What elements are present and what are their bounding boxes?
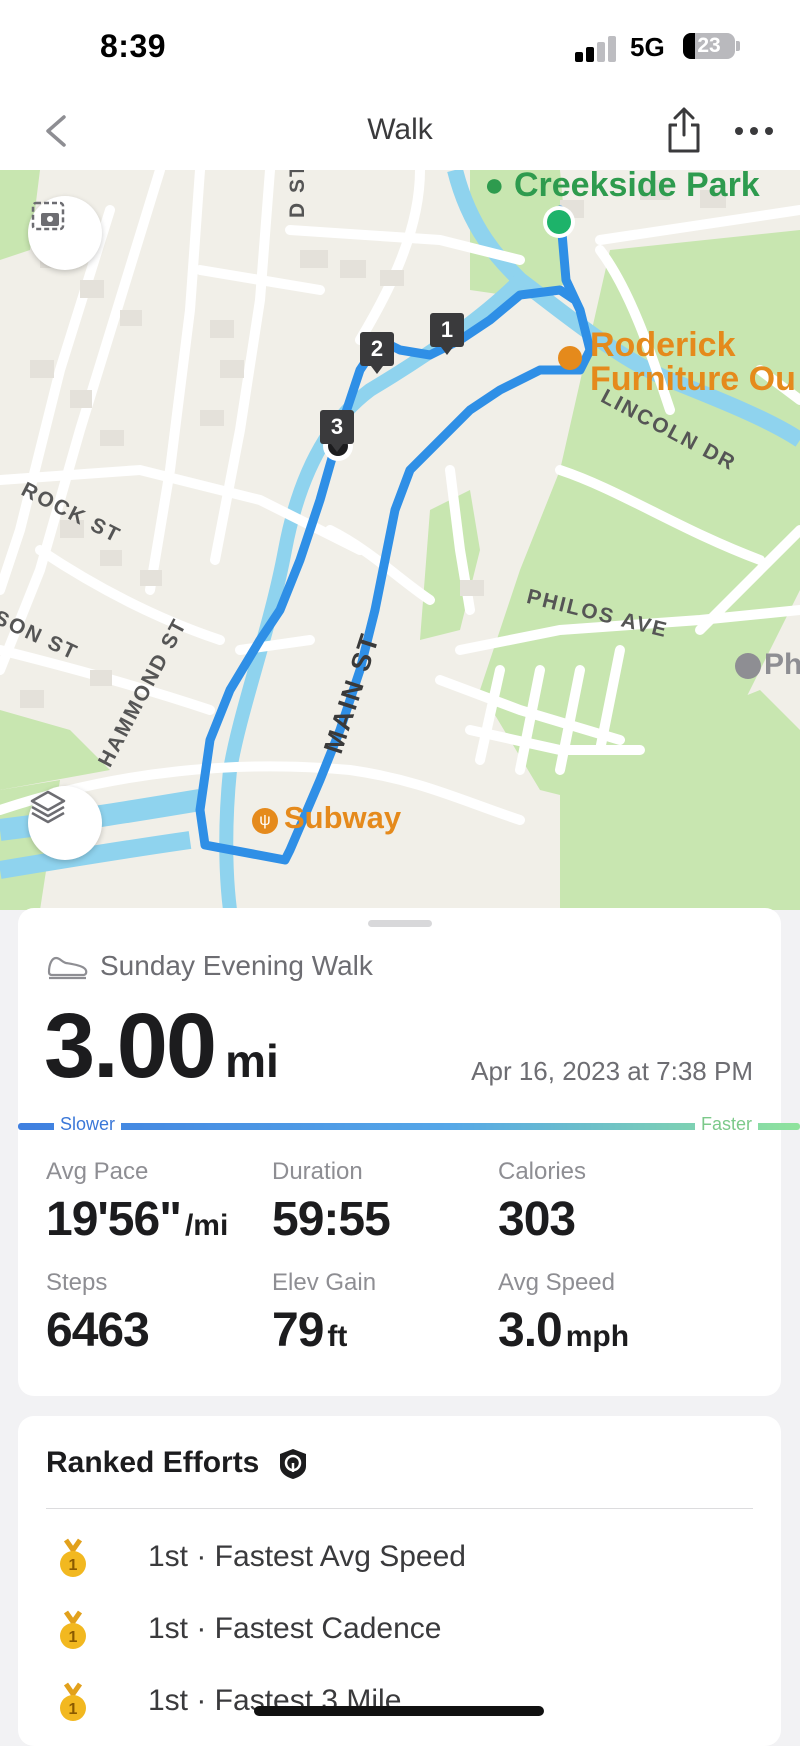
nav-bar: Walk [0,95,800,171]
stat-avg-speed: Avg Speed 3.0 mph [498,1269,630,1357]
shoe-icon [47,956,88,980]
street-d: D ST [286,170,309,218]
battery-icon: 23 [683,33,735,59]
map-canvas [0,170,800,910]
battery-tip [736,41,740,51]
cellular-signal-icon [575,36,619,62]
divider [46,1508,753,1509]
activity-name: Sunday Evening Walk [100,950,373,981]
camera-icon [31,201,65,231]
svg-text:1: 1 [69,1557,78,1574]
restaurant-icon: ψ [252,808,278,834]
activity-summary-card: Sunday Evening Walk 3.00 mi Apr 16, 2023 … [18,908,800,1396]
share-button[interactable] [664,105,704,155]
ranked-efforts-card: Ranked Efforts 1 1st · Fastest Avg Speed… [18,1416,781,1746]
route-map[interactable]: ● Creekside Park Roderick Furniture Ou S… [0,170,800,910]
share-icon [668,107,700,153]
stat-calories: Calories 303 [498,1158,587,1246]
stat-duration: Duration 59:55 [272,1158,391,1246]
home-indicator[interactable] [254,1706,544,1716]
distance-readout: 3.00 mi [44,994,279,1099]
pace-gradient [18,1123,800,1130]
map-layers-button[interactable] [28,786,102,860]
pace-scale: Slower Faster [18,1114,800,1142]
achievement-badge-icon[interactable] [278,1448,308,1480]
stat-avg-pace: Avg Pace 19'56"/mi [46,1158,229,1246]
split-marker-1[interactable]: 1 [430,313,464,355]
more-button[interactable] [733,113,775,149]
gold-medal-icon: 1 [60,1538,86,1577]
split-marker-3[interactable]: 3 [320,410,354,452]
distance-value: 3.00 [44,995,217,1097]
ranked-effort-item[interactable]: 1 1st · Fastest 3 Mile [58,1678,758,1728]
layers-icon [30,790,66,824]
svg-text:1: 1 [69,1701,78,1718]
stat-steps: Steps 6463 [46,1269,150,1357]
poi-ph[interactable]: Ph [764,648,800,682]
gold-medal-icon: 1 [60,1682,86,1721]
distance-unit: mi [225,1035,279,1087]
pace-faster-label: Faster [694,1114,758,1135]
park-icon: ● [484,170,514,204]
pace-slower-label: Slower [54,1114,122,1135]
poi-ph-icon [735,653,761,679]
poi-subway[interactable]: Subway [284,800,401,836]
status-bar: 8:39 5G 23 [0,0,800,95]
shop-icon [558,346,582,370]
poi-park[interactable]: ● Creekside Park [484,170,760,205]
ranked-effort-item[interactable]: 1 1st · Fastest Cadence [58,1606,758,1656]
status-time: 8:39 [100,28,167,64]
drag-handle[interactable] [368,920,432,927]
ranked-effort-item[interactable]: 1 1st · Fastest Avg Speed [58,1534,758,1584]
gold-medal-icon: 1 [60,1610,86,1649]
battery-level: 23 [697,34,721,57]
ranked-efforts-title: Ranked Efforts [46,1446,260,1479]
activity-date: Apr 16, 2023 at 7:38 PM [471,1056,753,1086]
split-marker-2[interactable]: 2 [360,332,394,374]
map-snapshot-button[interactable] [28,196,102,270]
more-icon [735,127,773,135]
network-type: 5G [630,32,665,62]
svg-text:1: 1 [69,1629,78,1646]
stat-elev-gain: Elev Gain 79 ft [272,1269,377,1357]
